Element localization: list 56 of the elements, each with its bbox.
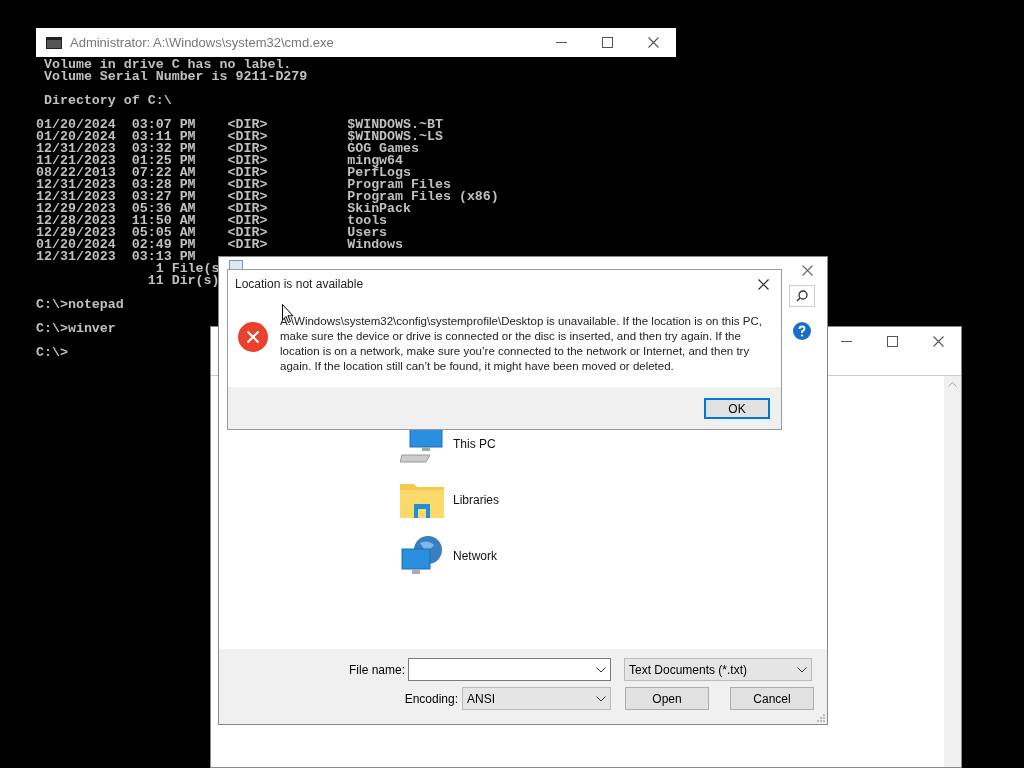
search-icon [796,290,808,302]
field-label: Encoding: [403,690,458,708]
console-line: 11 Dir(s) [146,275,220,287]
help-icon[interactable] [793,322,811,340]
minimize-icon [840,341,852,342]
dialog-button[interactable]: Cancel [730,687,814,710]
console-line: 12/31/2023 03:32 PM <DIR> GOG Games [36,143,419,155]
dropdown-caret-icon [596,666,606,673]
close-icon [932,336,944,347]
dropdown-caret-icon [596,695,606,702]
network-computer-icon [400,535,444,577]
dialog-button[interactable]: Open [625,687,709,710]
console-line: 01/20/2024 03:11 PM <DIR> $WINDOWS.~LS [36,131,443,143]
console-line: 1 File(s [155,263,220,275]
maximize-icon [601,37,613,48]
file-name-field[interactable] [408,658,611,681]
close-icon [647,37,659,48]
scroll-up-icon [948,382,957,387]
console-line: 12/31/2023 03:28 PM <DIR> Program Files [36,179,451,191]
close-icon [801,264,813,276]
file-type-dropdown[interactable]: Text Documents (*.txt) [624,658,812,681]
console-line: C:\>notepad [36,299,124,311]
encoding-dropdown[interactable]: ANSI [462,687,611,710]
place-label: This PC [453,436,496,453]
place-label: Libraries [453,492,500,509]
window-title: Administrator: A:\Windows\system32\cmd.exe [70,33,334,52]
console-line: 12/28/2023 11:50 AM <DIR> tools [36,215,388,227]
console-line: 12/29/2023 05:05 AM <DIR> Users [36,227,388,239]
ok-button[interactable]: OK [704,397,770,419]
console-line: Directory of C:\ [42,95,172,107]
console-line: 12/31/2023 03:27 PM <DIR> Program Files (x86) [36,191,499,203]
error-message: A:\Windows\system32\config\systemprofile\Desktop is unavailable. If the location is on this PC, make sure the device or drive is connected or the disc is inserted, and then try again. If the location is on a network, make sure you’re connected to the network or Internet, and then try again. If the location still can’t be found, it might have been moved or deleted. [280,314,763,374]
resize-grip-icon [817,714,825,722]
console-line: 12/31/2023 03:13 PM [36,251,196,263]
console-line: 01/20/2024 03:07 PM <DIR> $WINDOWS.~BT [36,119,443,131]
close-icon [757,278,769,290]
maximize-icon [886,336,898,347]
console-line: C:\>winver [36,323,116,335]
console-line: C:\> [36,347,68,359]
console-line: 01/20/2024 02:49 PM <DIR> Windows [36,239,404,251]
field-label: File name: [349,661,404,679]
console-line: 11/21/2023 01:25 PM <DIR> mingw64 [36,155,404,167]
place-label: Network [453,548,497,565]
console-line: 08/22/2013 07:22 AM <DIR> PerfLogs [36,167,412,179]
console-icon [46,36,62,49]
place-item[interactable]: Libraries [399,481,500,519]
dialog-title: Location is not available [235,276,364,293]
minimize-icon [555,42,567,43]
place-item[interactable]: Network [399,537,497,575]
console-line: Volume Serial Number is 9211-D279 [42,71,308,83]
dropdown-caret-icon [797,666,807,673]
folder-icon [400,482,444,518]
console-line: Volume in drive C has no label. [42,59,292,71]
error-icon [238,322,268,352]
console-line: 12/29/2023 05:36 AM <DIR> SkinPack [36,203,412,215]
search-button[interactable] [789,285,815,307]
